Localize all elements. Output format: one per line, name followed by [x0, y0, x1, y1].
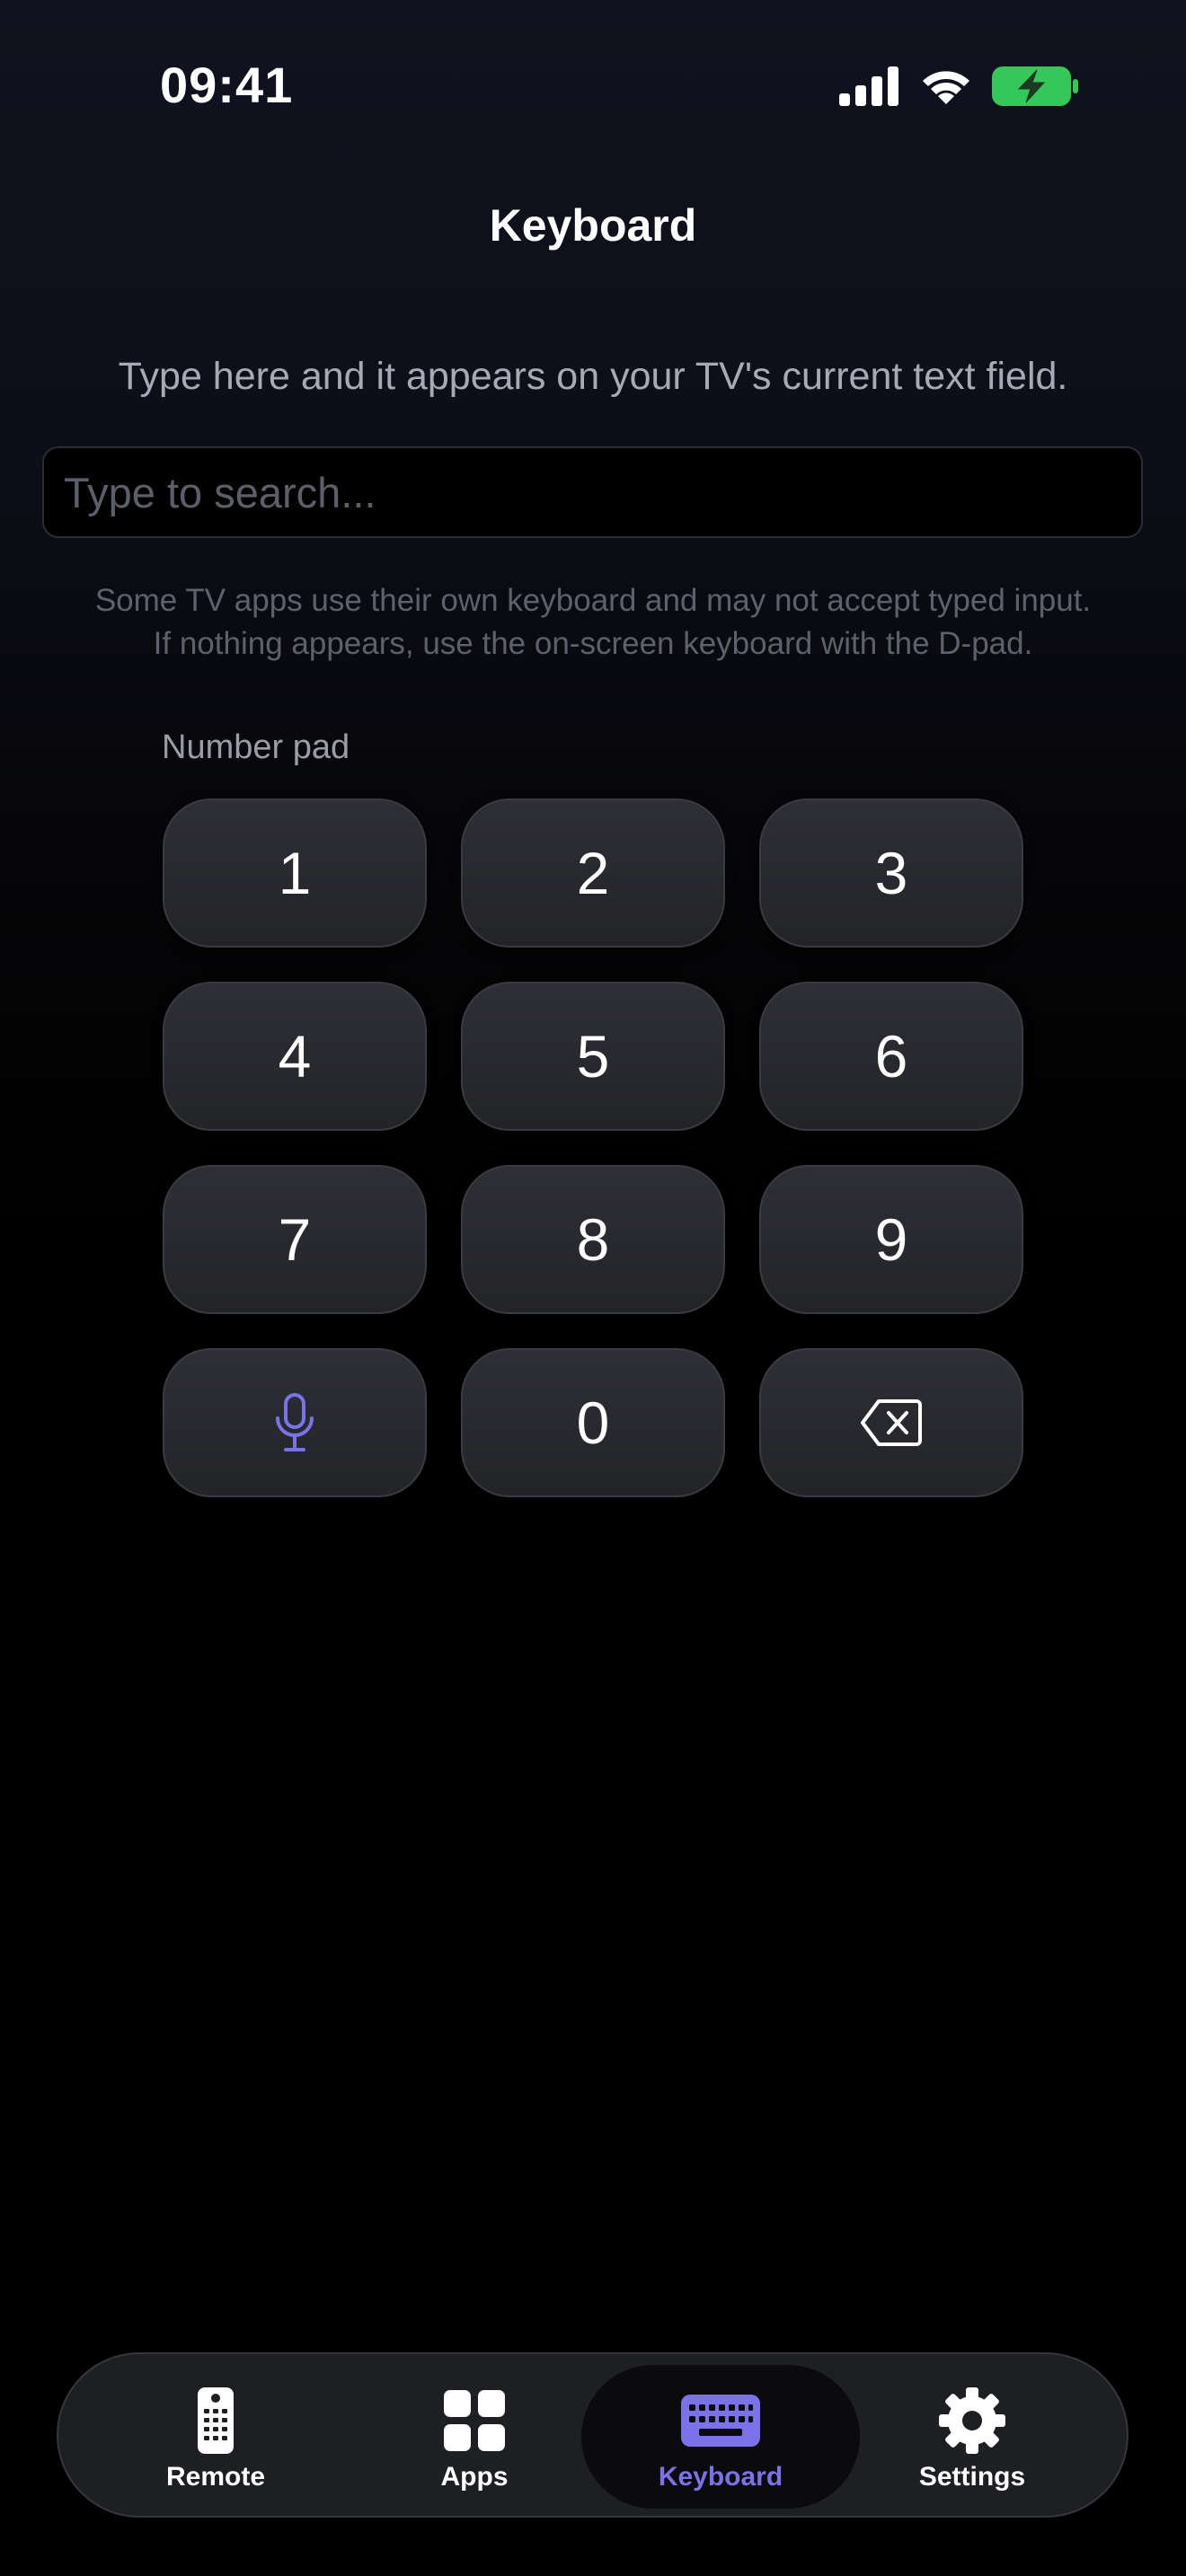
instruction-text: Type here and it appears on your TV's cu…: [118, 355, 1068, 398]
key-4[interactable]: 4: [163, 982, 427, 1131]
key-7[interactable]: 7: [163, 1165, 427, 1314]
tab-keyboard-label: Keyboard: [658, 2462, 783, 2492]
microphone-button[interactable]: [163, 1348, 427, 1497]
signal-icon: [839, 66, 898, 106]
tab-settings[interactable]: Settings: [833, 2365, 1111, 2509]
key-1[interactable]: 1: [163, 798, 427, 948]
tab-apps-label: Apps: [440, 2462, 509, 2492]
key-5[interactable]: 5: [461, 982, 725, 1131]
gear-icon: [939, 2387, 1005, 2454]
note-line-1: Some TV apps use their own keyboard and …: [94, 583, 1092, 618]
note-line-2: If nothing appears, use the on-screen ke…: [153, 626, 1033, 661]
key-8[interactable]: 8: [461, 1165, 725, 1314]
page-title: Keyboard: [489, 200, 697, 251]
backspace-button[interactable]: [759, 1348, 1023, 1497]
numpad-label: Number pad: [162, 728, 350, 766]
key-2[interactable]: 2: [461, 798, 725, 948]
tab-remote-label: Remote: [165, 2462, 266, 2492]
key-6[interactable]: 6: [759, 982, 1023, 1131]
microphone-icon: [276, 1393, 314, 1451]
status-bar: 09:41: [0, 0, 1186, 171]
tab-keyboard[interactable]: Keyboard: [581, 2365, 860, 2509]
compatibility-note: Some TV apps use their own keyboard and …: [0, 579, 1186, 666]
battery-charging-icon: [992, 66, 1078, 106]
key-9[interactable]: 9: [759, 1165, 1023, 1314]
status-time: 09:41: [160, 57, 294, 113]
tab-settings-label: Settings: [918, 2462, 1026, 2492]
apps-grid-icon: [444, 2390, 505, 2451]
tab-remote[interactable]: Remote: [76, 2365, 355, 2509]
tab-apps[interactable]: Apps: [335, 2365, 614, 2509]
backspace-icon: [861, 1399, 922, 1446]
remote-icon: [198, 2387, 234, 2454]
keyboard-icon: [681, 2395, 760, 2447]
key-0[interactable]: 0: [461, 1348, 725, 1497]
key-3[interactable]: 3: [759, 798, 1023, 948]
tab-bar: Remote Apps Keyboard Settings: [57, 2352, 1128, 2518]
wifi-icon: [923, 71, 969, 104]
search-input[interactable]: [42, 446, 1143, 538]
